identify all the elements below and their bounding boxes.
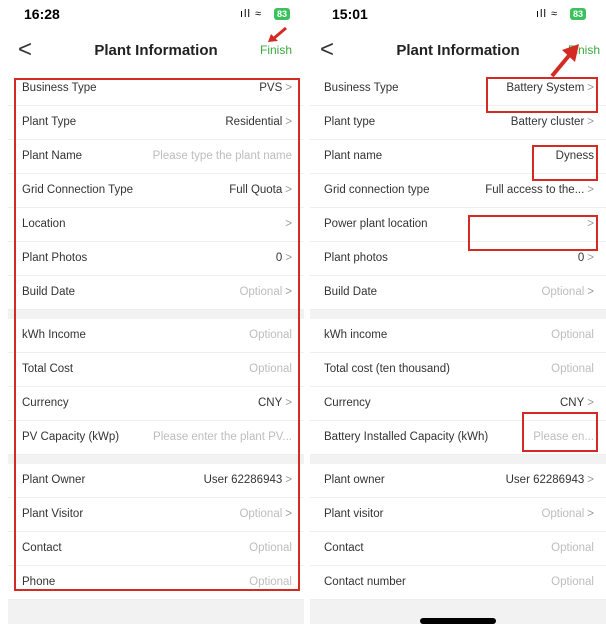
row-label: Power plant location [324,218,428,230]
row-label: Total cost (ten thousand) [324,363,450,375]
right-phone-screen: 15:01 ıll ≈ 83 < Plant Information Finis… [310,0,606,624]
contact-input[interactable]: Optional [551,542,594,554]
row-value: CNY > [560,397,594,409]
status-time: 15:01 [332,6,368,22]
row-label: Plant name [324,150,383,162]
chevron-right-icon: > [587,397,594,409]
nav-bar: < Plant Information Finish [8,30,304,72]
row-label: Business Type [324,82,399,94]
row-value: Battery cluster > [510,116,594,128]
chevron-right-icon: > [587,184,594,196]
left-phone-screen: 16:28 ıll ≈ 83 < Plant Information Finis… [8,0,304,624]
row-value: User 62286943 > [505,474,594,486]
chevron-right-icon: > [587,508,594,520]
row-label: Plant type [324,116,376,128]
chevron-right-icon: > [587,286,594,298]
chevron-right-icon: > [587,474,594,486]
annotation-box [532,145,598,181]
row-value: Full access to the... > [485,184,594,196]
annotation-box [522,412,598,452]
row-label: Contact [324,542,364,554]
battery-icon: 83 [570,8,587,20]
row-plant-owner[interactable]: Plant owner User 62286943 > [310,464,606,498]
status-bar: 15:01 ıll ≈ 83 [310,0,606,30]
annotation-box [14,78,300,591]
row-label: Build Date [324,286,378,298]
row-value: Optional > [541,286,594,298]
signal-wifi-icon: ıll ≈ [536,8,559,20]
status-bar: 16:28 ıll ≈ 83 [8,0,304,30]
finish-button[interactable]: Finish [260,43,292,57]
kwh-income-input[interactable]: Optional [551,329,594,341]
contact-number-input[interactable]: Optional [551,576,594,588]
row-plant-visitor[interactable]: Plant visitor Optional > [310,498,606,532]
home-indicator [420,618,496,624]
row-kwh-income[interactable]: kWh income Optional [310,319,606,353]
row-value: 0 > [577,252,594,264]
row-label: Grid connection type [324,184,430,196]
annotation-arrow-icon [550,44,579,78]
battery-icon: 83 [274,8,291,20]
chevron-right-icon: > [587,116,594,128]
status-time: 16:28 [24,6,60,22]
row-label: Plant visitor [324,508,384,520]
chevron-right-icon: > [587,252,594,264]
row-label: Plant owner [324,474,385,486]
row-contact-number[interactable]: Contact number Optional [310,566,606,600]
annotation-box [486,77,598,113]
row-contact[interactable]: Contact Optional [310,532,606,566]
row-label: Plant photos [324,252,388,264]
annotation-box [468,215,598,251]
signal-wifi-icon: ıll ≈ [240,8,263,20]
row-value: Optional > [541,508,594,520]
total-cost-input[interactable]: Optional [551,363,594,375]
row-label: Battery Installed Capacity (kWh) [324,431,489,443]
row-label: kWh income [324,329,388,341]
annotation-arrow-icon [268,26,287,42]
row-total-cost[interactable]: Total cost (ten thousand) Optional [310,353,606,387]
row-label: Currency [324,397,371,409]
row-build-date[interactable]: Build Date Optional > [310,276,606,310]
row-label: Contact number [324,576,406,588]
